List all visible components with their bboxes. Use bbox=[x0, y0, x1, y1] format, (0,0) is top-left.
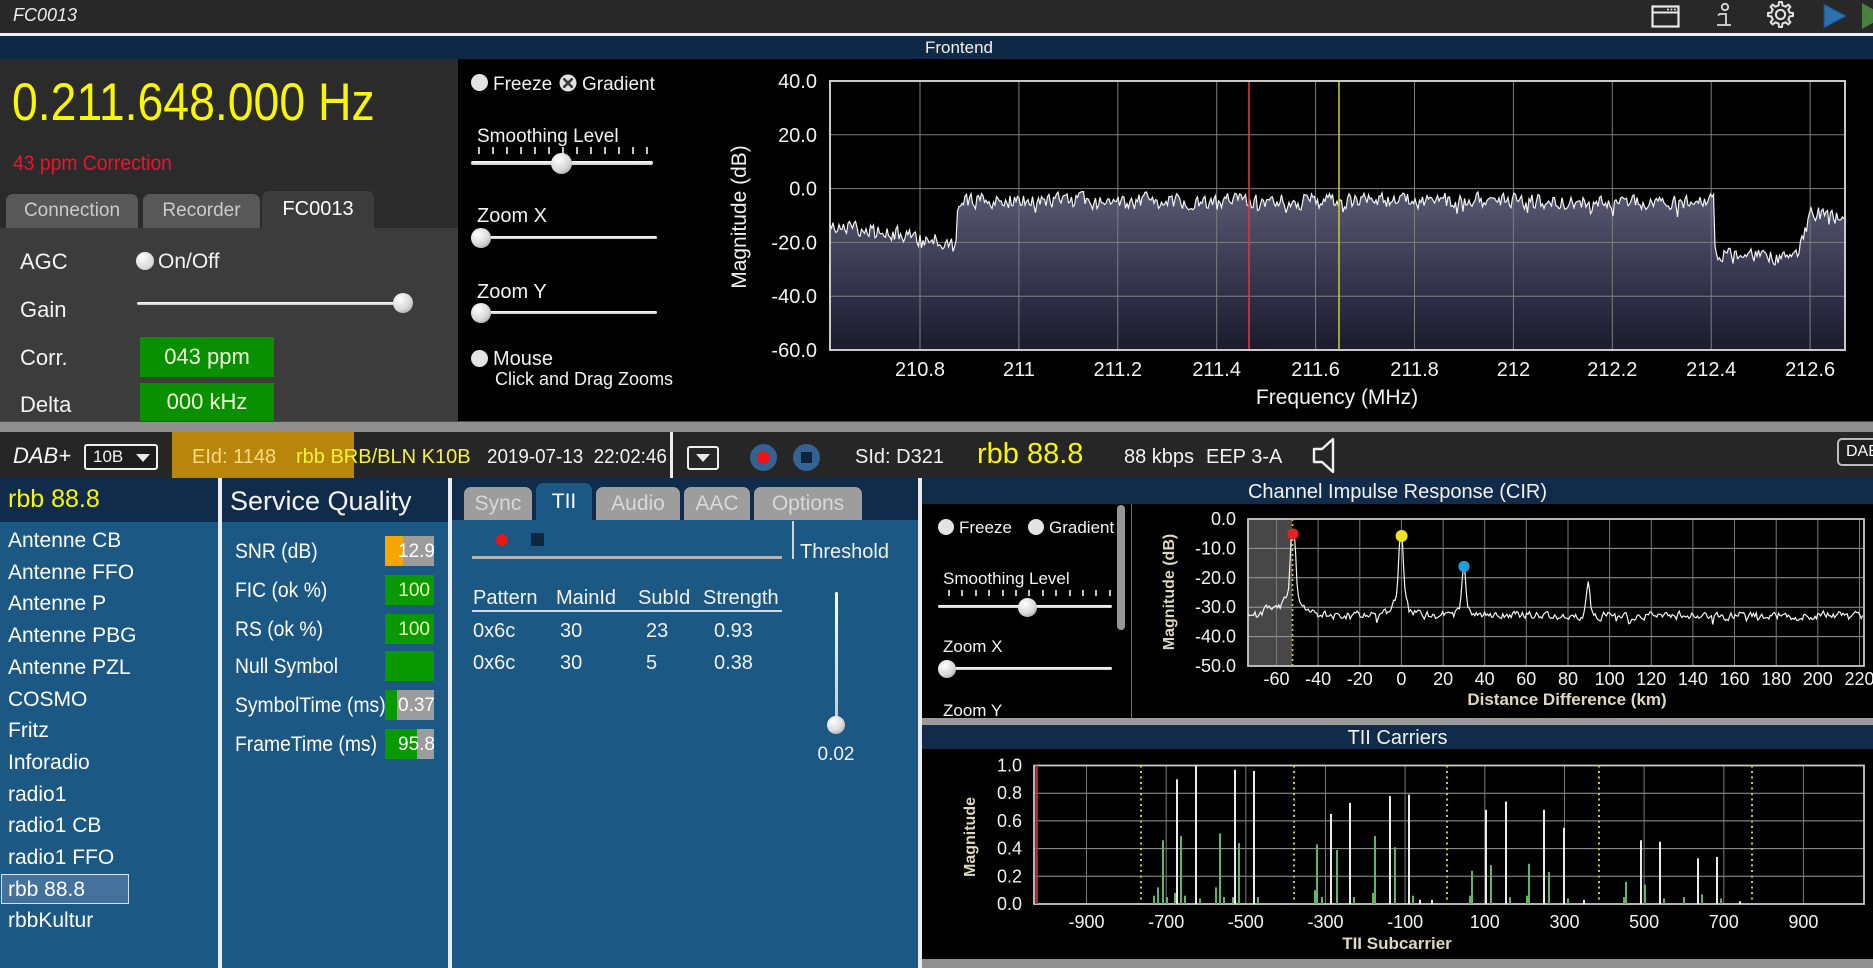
svg-text:-30.0: -30.0 bbox=[1195, 597, 1236, 617]
svg-text:212.4: 212.4 bbox=[1686, 359, 1736, 381]
svg-text:-20.0: -20.0 bbox=[1195, 568, 1236, 588]
svg-text:40: 40 bbox=[1475, 669, 1495, 689]
svg-text:80: 80 bbox=[1558, 669, 1578, 689]
svg-text:60: 60 bbox=[1516, 669, 1536, 689]
svg-text:211.6: 211.6 bbox=[1291, 359, 1340, 381]
svg-text:100: 100 bbox=[1595, 669, 1625, 689]
svg-text:-20: -20 bbox=[1347, 669, 1373, 689]
svg-text:900: 900 bbox=[1788, 912, 1818, 932]
svg-text:211: 211 bbox=[1003, 359, 1035, 381]
svg-text:-40: -40 bbox=[1305, 669, 1331, 689]
svg-text:-40.0: -40.0 bbox=[1195, 627, 1236, 647]
svg-text:-500: -500 bbox=[1228, 912, 1264, 932]
svg-text:211.2: 211.2 bbox=[1094, 359, 1143, 381]
svg-text:Magnitude (dB): Magnitude (dB) bbox=[728, 145, 751, 289]
svg-text:Frequency (MHz): Frequency (MHz) bbox=[1256, 386, 1418, 409]
svg-text:212.6: 212.6 bbox=[1785, 359, 1835, 381]
svg-text:-900: -900 bbox=[1068, 912, 1104, 932]
svg-text:-40.0: -40.0 bbox=[771, 286, 817, 308]
svg-text:20.0: 20.0 bbox=[778, 125, 817, 147]
svg-text:TII Subcarrier: TII Subcarrier bbox=[1342, 934, 1452, 953]
svg-text:500: 500 bbox=[1629, 912, 1659, 932]
svg-text:-20.0: -20.0 bbox=[771, 232, 817, 254]
svg-text:100: 100 bbox=[1470, 912, 1500, 932]
svg-text:220: 220 bbox=[1844, 669, 1873, 689]
svg-text:40.0: 40.0 bbox=[778, 71, 817, 93]
svg-text:212: 212 bbox=[1497, 359, 1530, 381]
svg-text:160: 160 bbox=[1719, 669, 1749, 689]
svg-text:212.2: 212.2 bbox=[1587, 359, 1637, 381]
svg-text:0.0: 0.0 bbox=[1211, 509, 1236, 529]
svg-text:-700: -700 bbox=[1148, 912, 1184, 932]
svg-text:0: 0 bbox=[1396, 669, 1406, 689]
svg-text:120: 120 bbox=[1636, 669, 1666, 689]
svg-text:-300: -300 bbox=[1307, 912, 1343, 932]
svg-text:211.4: 211.4 bbox=[1192, 359, 1241, 381]
svg-text:-60: -60 bbox=[1263, 669, 1289, 689]
svg-text:Magnitude (dB): Magnitude (dB) bbox=[1161, 534, 1178, 650]
svg-text:-50.0: -50.0 bbox=[1195, 656, 1236, 676]
svg-text:180: 180 bbox=[1761, 669, 1791, 689]
svg-text:211.8: 211.8 bbox=[1390, 359, 1439, 381]
svg-text:300: 300 bbox=[1549, 912, 1579, 932]
svg-text:140: 140 bbox=[1678, 669, 1708, 689]
svg-text:210.8: 210.8 bbox=[895, 359, 945, 381]
svg-text:20: 20 bbox=[1433, 669, 1453, 689]
svg-text:0.0: 0.0 bbox=[789, 179, 817, 201]
svg-text:700: 700 bbox=[1709, 912, 1739, 932]
svg-text:-10.0: -10.0 bbox=[1195, 538, 1236, 558]
svg-text:-100: -100 bbox=[1387, 912, 1423, 932]
svg-text:200: 200 bbox=[1803, 669, 1833, 689]
svg-text:-60.0: -60.0 bbox=[771, 340, 817, 362]
svg-text:Distance Difference (km): Distance Difference (km) bbox=[1467, 690, 1666, 709]
